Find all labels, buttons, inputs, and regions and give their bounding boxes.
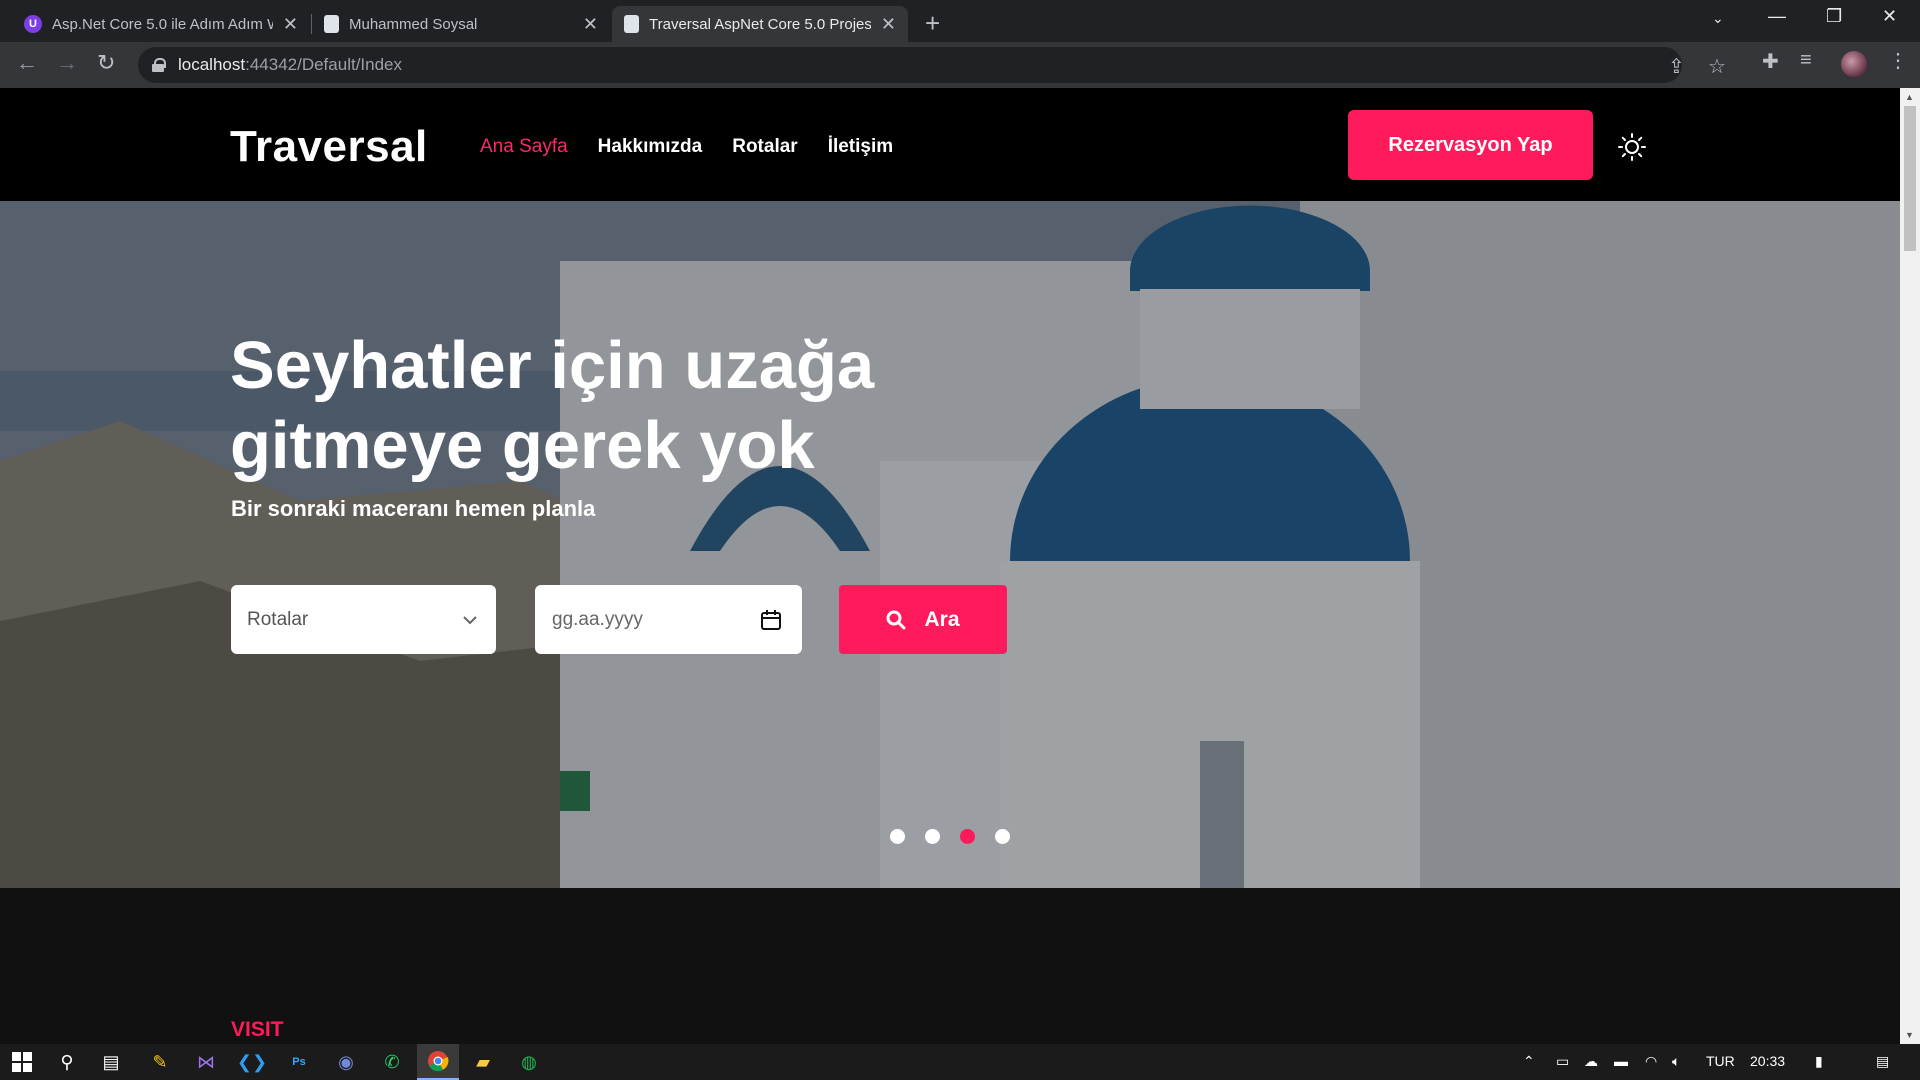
new-tab-button[interactable]: +: [925, 8, 940, 39]
tab-search-icon[interactable]: ⌄: [1712, 10, 1724, 27]
windows-taskbar: ⚲ ▤ ✎ ⋈ ❮❯ Ps ◉ ✆ ▰ ◍ ⌃ ▭ ☁ ▬ ◠ 🔈︎ TUR 2…: [0, 1044, 1920, 1080]
close-tab-icon[interactable]: ✕: [881, 14, 896, 35]
slider-dot-2[interactable]: [925, 829, 940, 844]
tab-muhammed-soysal[interactable]: Muhammed Soysal ✕: [312, 6, 610, 42]
tab-title: Traversal AspNet Core 5.0 Projesi: [649, 15, 871, 33]
discord-icon[interactable]: ◉: [333, 1049, 359, 1075]
reservation-button[interactable]: Rezervasyon Yap: [1348, 110, 1593, 180]
browser-tab-strip: U Asp.Net Core 5.0 ile Adım Adım Web ✕ M…: [0, 0, 1920, 42]
device-icon[interactable]: ▭: [1556, 1053, 1569, 1070]
bookmark-star-icon[interactable]: ☆: [1708, 54, 1726, 79]
document-icon: [324, 15, 339, 33]
slider-dots: [890, 829, 1010, 844]
notifications-icon[interactable]: ▤: [1876, 1053, 1889, 1070]
extensions-icon[interactable]: ✚: [1762, 49, 1779, 74]
windows-start-icon[interactable]: [9, 1049, 35, 1075]
vscode-icon[interactable]: ❮❯: [237, 1049, 267, 1075]
tab-traversal[interactable]: Traversal AspNet Core 5.0 Projesi ✕: [612, 6, 908, 42]
section-label-visit: VISIT: [231, 1018, 284, 1041]
nav-ana-sayfa[interactable]: Ana Sayfa: [480, 136, 568, 158]
url-host: localhost: [178, 55, 246, 74]
language-indicator[interactable]: TUR: [1706, 1053, 1735, 1069]
lock-icon[interactable]: [152, 58, 166, 72]
tab-aspnet-course[interactable]: U Asp.Net Core 5.0 ile Adım Adım Web ✕: [12, 6, 310, 42]
wifi-icon[interactable]: ◠: [1645, 1053, 1657, 1070]
menu-icon[interactable]: ⋮: [1888, 48, 1908, 73]
site-header: Traversal Ana Sayfa Hakkımızda Rotalar İ…: [0, 88, 1900, 201]
desktop-icon[interactable]: ▮: [1815, 1053, 1823, 1070]
document-icon: [624, 15, 639, 33]
search-button-label: Ara: [924, 607, 960, 631]
nav-rotalar[interactable]: Rotalar: [732, 136, 797, 158]
page-scrollbar[interactable]: ▲ ▼: [1900, 88, 1920, 1044]
tab-title: Asp.Net Core 5.0 ile Adım Adım Web: [52, 15, 273, 33]
search-icon[interactable]: ⚲: [54, 1049, 80, 1075]
date-placeholder: gg.aa.yyyy: [552, 608, 643, 630]
profile-avatar[interactable]: [1841, 51, 1867, 77]
chevron-down-icon: [463, 615, 477, 624]
search-button[interactable]: Ara: [839, 585, 1007, 654]
tray-overflow-icon[interactable]: ⌃: [1523, 1053, 1535, 1070]
scroll-up-arrow-icon[interactable]: ▲: [1905, 92, 1914, 102]
slider-dot-4[interactable]: [995, 829, 1010, 844]
nav-iletisim[interactable]: İletişim: [828, 136, 893, 158]
battery-icon[interactable]: ▬: [1614, 1053, 1628, 1069]
site-logo[interactable]: Traversal: [230, 122, 428, 172]
close-tab-icon[interactable]: ✕: [583, 14, 598, 35]
media-control-icon[interactable]: ≡: [1800, 49, 1812, 72]
slider-dot-3[interactable]: [960, 829, 975, 844]
scrollbar-thumb[interactable]: [1904, 106, 1916, 251]
route-select[interactable]: Rotalar: [231, 585, 496, 654]
visual-studio-icon[interactable]: ⋈: [193, 1049, 219, 1075]
tab-title: Muhammed Soysal: [349, 15, 478, 33]
scroll-down-arrow-icon[interactable]: ▼: [1905, 1030, 1914, 1040]
minimize-icon[interactable]: —: [1768, 6, 1786, 27]
search-icon: [886, 610, 906, 629]
forward-icon[interactable]: →: [56, 50, 78, 76]
slider-dot-1[interactable]: [890, 829, 905, 844]
sun-icon[interactable]: [1617, 132, 1647, 162]
whatsapp-icon[interactable]: ✆: [379, 1049, 405, 1075]
share-icon[interactable]: ⇪: [1668, 54, 1685, 79]
volume-icon[interactable]: 🔈︎: [1672, 1053, 1680, 1070]
hero-overlay: [0, 201, 1900, 888]
page-viewport: Traversal Ana Sayfa Hakkımızda Rotalar İ…: [0, 88, 1900, 1044]
hero-slider: Seyhatler için uzağa gitmeye gerek yok B…: [0, 201, 1900, 888]
close-window-icon[interactable]: ✕: [1882, 6, 1897, 27]
task-view-icon[interactable]: ▤: [98, 1049, 124, 1075]
hero-title: Seyhatler için uzağa gitmeye gerek yok: [230, 328, 875, 483]
clock[interactable]: 20:33: [1750, 1053, 1785, 1069]
onedrive-icon[interactable]: ☁: [1584, 1053, 1598, 1070]
calendar-icon[interactable]: [760, 609, 782, 631]
address-bar[interactable]: localhost:44342/Default/Index ⇪ ☆: [138, 47, 1726, 83]
photoshop-icon[interactable]: Ps: [286, 1049, 312, 1075]
route-select-value: Rotalar: [247, 608, 309, 630]
sticky-notes-icon[interactable]: ✎: [147, 1049, 173, 1075]
reload-icon[interactable]: ↻: [97, 50, 115, 76]
main-nav: Ana Sayfa Hakkımızda Rotalar İletişim: [480, 136, 893, 158]
file-explorer-icon[interactable]: ▰: [470, 1049, 496, 1075]
browser-toolbar: ← → ↻ localhost:44342/Default/Index ⇪ ☆ …: [0, 42, 1920, 88]
date-input[interactable]: gg.aa.yyyy: [535, 585, 802, 654]
spotify-icon[interactable]: ◍: [516, 1049, 542, 1075]
chrome-icon[interactable]: [417, 1044, 459, 1080]
back-icon[interactable]: ←: [16, 50, 38, 76]
close-tab-icon[interactable]: ✕: [283, 14, 298, 35]
url-path: :44342/Default/Index: [245, 55, 403, 74]
restore-icon[interactable]: ❐: [1826, 6, 1842, 27]
u-icon: U: [24, 15, 42, 33]
nav-hakkimizda[interactable]: Hakkımızda: [598, 136, 703, 158]
hero-subtitle: Bir sonraki maceranı hemen planla: [231, 496, 596, 521]
